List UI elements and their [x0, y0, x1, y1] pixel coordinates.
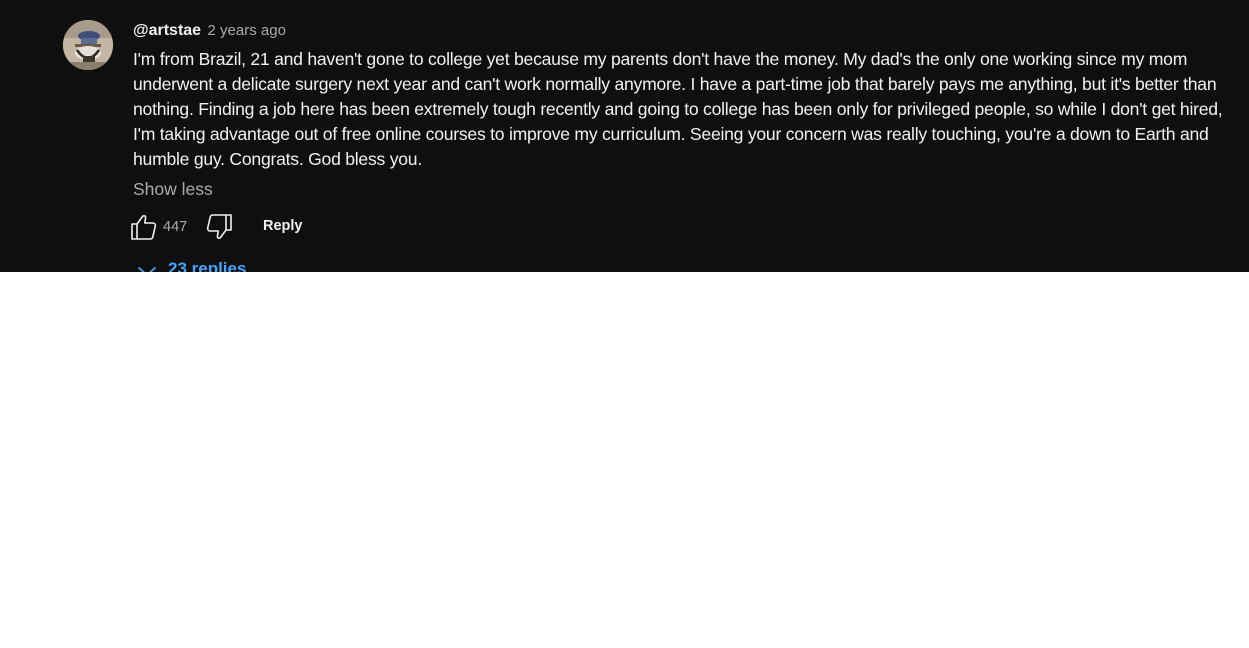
chevron-down-icon — [136, 263, 158, 272]
author-handle[interactable]: @artstae — [133, 22, 201, 39]
thumbs-up-icon — [131, 215, 157, 240]
dislike-button[interactable] — [205, 212, 233, 242]
avatar[interactable] — [63, 20, 113, 70]
show-less-button[interactable]: Show less — [133, 179, 213, 200]
comment-thread: @artstae 2 years ago I'm from Brazil, 21… — [0, 0, 1249, 272]
replies-count-label: 23 replies — [168, 259, 247, 272]
view-replies-button[interactable]: 23 replies — [136, 259, 246, 272]
comment-timestamp[interactable]: 2 years ago — [208, 22, 286, 39]
comment-header: @artstae 2 years ago — [133, 22, 286, 42]
like-button[interactable] — [130, 212, 158, 242]
thumbs-down-icon — [206, 214, 232, 239]
like-count: 447 — [163, 219, 188, 235]
avatar-image — [63, 20, 113, 70]
comment-text: I'm from Brazil, 21 and haven't gone to … — [133, 49, 1223, 169]
reply-button[interactable]: Reply — [263, 218, 303, 234]
